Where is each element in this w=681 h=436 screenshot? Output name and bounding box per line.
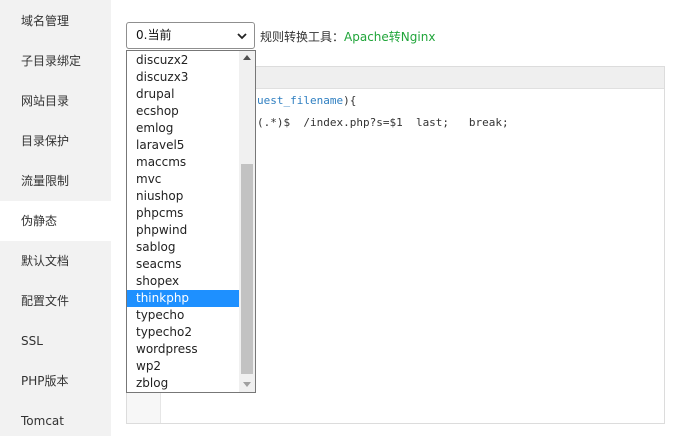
sidebar-item-subdirectory-binding[interactable]: 子目录绑定: [0, 41, 111, 81]
rewrite-template-dropdown[interactable]: discuzx2 discuzx3 drupal ecshop emlog la…: [126, 50, 256, 393]
code-variable: uest_filename: [257, 94, 344, 107]
dropdown-option[interactable]: laravel5: [127, 137, 239, 154]
sidebar-item-rewrite[interactable]: 伪静态: [0, 201, 111, 241]
code-line-1: uest_filename){: [257, 94, 356, 107]
dropdown-option[interactable]: emlog: [127, 120, 239, 137]
sidebar-item-label: 目录保护: [21, 134, 70, 148]
scroll-down-arrow-icon[interactable]: [243, 382, 251, 387]
sidebar-item-tomcat[interactable]: Tomcat: [0, 401, 111, 436]
dropdown-option[interactable]: sablog: [127, 239, 239, 256]
dropdown-option[interactable]: mvc: [127, 171, 239, 188]
dropdown-option[interactable]: phpwind: [127, 222, 239, 239]
sidebar-item-traffic-limit[interactable]: 流量限制: [0, 161, 111, 201]
dropdown-option[interactable]: typecho2: [127, 324, 239, 341]
dropdown-option[interactable]: ecshop: [127, 103, 239, 120]
rewrite-template-select[interactable]: 0.当前: [126, 22, 255, 49]
sidebar-item-ssl[interactable]: SSL: [0, 321, 111, 361]
dropdown-option[interactable]: niushop: [127, 188, 239, 205]
sidebar-item-default-document[interactable]: 默认文档: [0, 241, 111, 281]
dropdown-option[interactable]: zblog: [127, 375, 239, 392]
sidebar-item-label: 配置文件: [21, 294, 70, 308]
dropdown-option[interactable]: shopex: [127, 273, 239, 290]
sidebar-item-label: PHP版本: [21, 374, 69, 388]
dropdown-option[interactable]: typecho: [127, 307, 239, 324]
sidebar-item-domain-management[interactable]: 域名管理: [0, 1, 111, 41]
sidebar: 域名管理 子目录绑定 网站目录 目录保护 流量限制 伪静态 默认文档 配置文件 …: [0, 0, 111, 436]
scroll-up-arrow-icon[interactable]: [243, 55, 251, 60]
select-value: 0.当前: [136, 28, 172, 42]
dropdown-option[interactable]: phpcms: [127, 205, 239, 222]
sidebar-item-label: 流量限制: [21, 174, 70, 188]
dropdown-scrollbar[interactable]: [239, 51, 255, 392]
code-text: ){: [343, 94, 357, 107]
sidebar-item-label: 默认文档: [21, 254, 70, 268]
dropdown-option[interactable]: maccms: [127, 154, 239, 171]
dropdown-option[interactable]: discuzx3: [127, 69, 239, 86]
sidebar-item-label: 域名管理: [21, 14, 70, 28]
sidebar-item-label: 子目录绑定: [21, 54, 82, 68]
apache-to-nginx-link[interactable]: Apache转Nginx: [344, 30, 435, 44]
sidebar-item-php-version[interactable]: PHP版本: [0, 361, 111, 401]
rule-convert-label: 规则转换工具：: [260, 30, 345, 44]
sidebar-item-label: SSL: [21, 334, 43, 348]
chevron-down-icon: [237, 33, 247, 40]
sidebar-item-label: 伪静态: [21, 214, 58, 228]
dropdown-option[interactable]: wp2: [127, 358, 239, 375]
sidebar-item-label: Tomcat: [21, 414, 64, 428]
sidebar-item-site-directory[interactable]: 网站目录: [0, 81, 111, 121]
dropdown-option[interactable]: drupal: [127, 86, 239, 103]
dropdown-option[interactable]: wordpress: [127, 341, 239, 358]
dropdown-option-highlighted[interactable]: thinkphp: [127, 290, 239, 307]
sidebar-item-directory-protection[interactable]: 目录保护: [0, 121, 111, 161]
scrollbar-thumb[interactable]: [241, 164, 253, 374]
sidebar-item-label: 网站目录: [21, 94, 70, 108]
rule-convert-tool: 规则转换工具：Apache转Nginx: [260, 28, 435, 45]
sidebar-item-config-file[interactable]: 配置文件: [0, 281, 111, 321]
dropdown-option[interactable]: seacms: [127, 256, 239, 273]
code-line-2: (.*)$ /index.php?s=$1 last; break;: [257, 116, 509, 129]
dropdown-option[interactable]: discuzx2: [127, 52, 239, 69]
